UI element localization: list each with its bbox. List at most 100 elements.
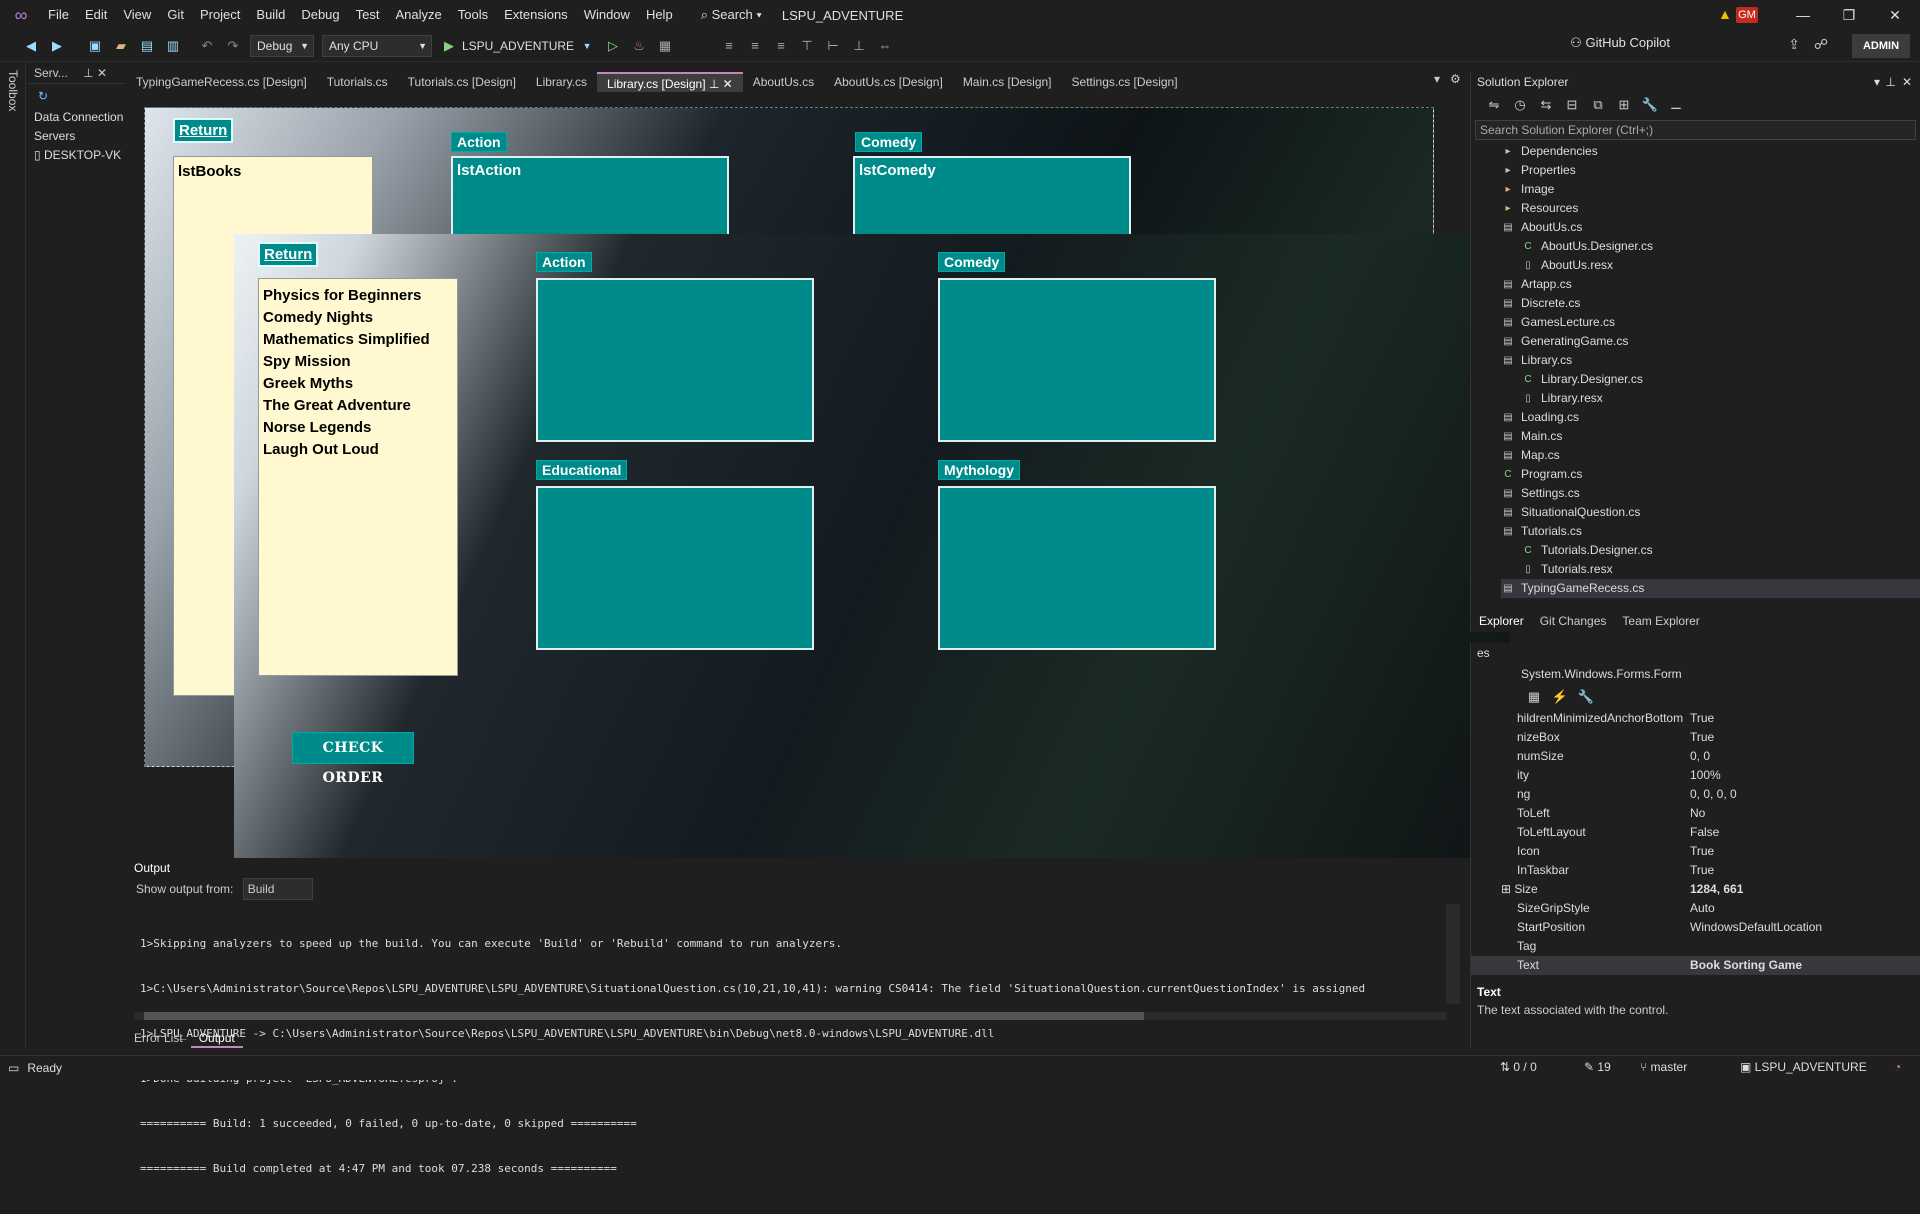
align-right-icon[interactable]: ≡ [770,35,792,57]
branch-status[interactable]: ⑂ master [1640,1060,1687,1074]
restore-icon[interactable]: ❐ [1826,0,1872,30]
tree-item[interactable]: ▯ AboutUs.resx [1501,256,1920,275]
toolbox-tab[interactable]: Toolbox [6,70,20,111]
property-row[interactable]: numSize 0, 0 [1471,747,1920,766]
menu-extensions[interactable]: Extensions [496,0,576,30]
tree-item[interactable]: ▸ Image [1501,180,1920,199]
minimize-icon[interactable]: — [1780,0,1826,30]
book-item[interactable]: Mathematics Simplified [263,329,453,351]
scrollbar-thumb[interactable] [144,1012,1144,1020]
edits-status[interactable]: ✎ 19 [1584,1060,1611,1074]
menu-tools[interactable]: Tools [450,0,496,30]
chevron-down-icon[interactable]: ▾ [1874,72,1880,92]
tree-item[interactable]: C Tutorials.Designer.cs [1501,541,1920,560]
tree-item[interactable]: ▸ Dependencies [1501,142,1920,161]
tree-item[interactable]: C Library.Designer.cs [1501,370,1920,389]
book-item[interactable]: Spy Mission [263,351,453,373]
layout-icon[interactable]: ▦ [654,35,676,57]
tree-item[interactable]: ▤ Map.cs [1501,446,1920,465]
tab-settings-design[interactable]: Settings.cs [Design] [1062,72,1188,92]
action-listbox[interactable] [536,278,814,442]
menu-project[interactable]: Project [192,0,248,30]
property-value[interactable]: Book Sorting Game [1686,956,1920,975]
book-item[interactable]: Greek Myths [263,373,453,395]
redo-icon[interactable]: ↷ [222,35,244,57]
tree-item[interactable]: ▯ Library.resx [1501,389,1920,408]
property-value[interactable]: False [1686,823,1920,842]
property-value[interactable]: No [1686,804,1920,823]
action-label-back[interactable]: Action [451,132,507,152]
spacing-icon[interactable]: ⇔ [874,35,896,57]
align-bottom-icon[interactable]: ⊥ [848,35,870,57]
property-value[interactable] [1686,937,1920,956]
property-value[interactable]: True [1686,709,1920,728]
menu-debug[interactable]: Debug [293,0,347,30]
run-target-button[interactable]: LSPU_ADVENTURE [462,39,574,53]
hot-reload-icon[interactable]: ♨ [628,35,650,57]
book-item[interactable]: Norse Legends [263,417,453,439]
events-icon[interactable]: ⚡ [1549,686,1571,708]
property-pages-icon[interactable]: 🔧 [1575,686,1597,708]
show-all-files-icon[interactable]: ⧉ [1587,94,1609,116]
warning-icon[interactable]: ▲ [1718,6,1732,22]
tab-library-design[interactable]: Library.cs [Design] ⊥ ✕ [597,72,743,92]
property-value[interactable]: True [1686,842,1920,861]
book-item[interactable]: Comedy Nights [263,307,453,329]
close-icon[interactable]: ✕ [1902,72,1912,92]
feedback-icon[interactable]: ☍ [1814,36,1828,53]
admin-button[interactable]: ADMIN [1852,34,1910,58]
menu-edit[interactable]: Edit [77,0,115,30]
server-item-desktop[interactable]: ▯ DESKTOP-VK [28,146,126,165]
align-center-icon[interactable]: ≡ [744,35,766,57]
close-icon[interactable]: ✕ [97,66,107,80]
align-left-icon[interactable]: ≡ [718,35,740,57]
forward-icon[interactable]: ▶ [46,35,68,57]
menu-window[interactable]: Window [576,0,638,30]
expand-icon[interactable]: ⊞ [1501,882,1514,896]
menu-view[interactable]: View [115,0,159,30]
align-middle-icon[interactable]: ⊢ [822,35,844,57]
notification-icon[interactable]: ◔ [1894,1060,1901,1074]
tree-item[interactable]: C AboutUs.Designer.cs [1501,237,1920,256]
tree-item[interactable]: ▤ SituationalQuestion.cs [1501,503,1920,522]
new-project-icon[interactable]: ▣ [84,35,106,57]
property-row[interactable]: Tag [1471,937,1920,956]
pending-changes-icon[interactable]: ⇆ [1535,94,1557,116]
pin-icon[interactable]: ⊥ [1886,72,1896,92]
git-changes-status[interactable]: ⇅ 0 / 0 [1500,1060,1537,1074]
menu-file[interactable]: File [40,0,77,30]
server-item-servers[interactable]: Servers [28,127,126,146]
open-folder-icon[interactable]: ▰ [110,35,132,57]
tree-item[interactable]: ▤ Tutorials.cs [1501,522,1920,541]
collapse-all-icon[interactable]: ⊟ [1561,94,1583,116]
comedy-listbox[interactable] [938,278,1216,442]
copilot-button[interactable]: ⚇ GitHub Copilot [1570,35,1670,51]
tab-overflow-icon[interactable]: ▾ [1434,72,1440,86]
return-label-back[interactable]: Return [173,118,234,143]
property-row[interactable]: hildrenMinimizedAnchorBottom True [1471,709,1920,728]
tab-aboutus-design[interactable]: AboutUs.cs [Design] [824,72,953,92]
align-top-icon[interactable]: ⊤ [796,35,818,57]
tree-item[interactable]: ▸ Resources [1501,199,1920,218]
book-item[interactable]: The Great Adventure [263,395,453,417]
output-horizontal-scrollbar[interactable] [134,1012,1446,1020]
tree-item[interactable]: ▤ GeneratingGame.cs [1501,332,1920,351]
property-value[interactable]: Auto [1686,899,1920,918]
books-listbox[interactable]: Physics for Beginners Comedy Nights Math… [258,278,458,676]
sync-icon[interactable]: ⇋ [1483,94,1505,116]
tree-item[interactable]: ▤ Artapp.cs [1501,275,1920,294]
return-button[interactable]: Return [258,242,319,267]
menu-git[interactable]: Git [159,0,192,30]
property-value[interactable]: WindowsDefaultLocation [1686,918,1920,937]
tab-library-cs[interactable]: Library.cs [526,72,597,92]
pin-icon[interactable]: ⊥ [83,66,93,80]
property-row[interactable]: nizeBox True [1471,728,1920,747]
tab-team-explorer[interactable]: Team Explorer [1614,610,1707,632]
avatar[interactable]: GM [1736,7,1758,23]
property-row[interactable]: SizeGripStyle Auto [1471,899,1920,918]
repo-status[interactable]: ▣ LSPU_ADVENTURE [1740,1060,1867,1074]
solution-search-input[interactable]: Search Solution Explorer (Ctrl+;) [1475,120,1916,140]
history-icon[interactable]: ◷ [1509,94,1531,116]
tab-git-changes[interactable]: Git Changes [1532,610,1615,632]
save-all-icon[interactable]: ▥ [162,35,184,57]
